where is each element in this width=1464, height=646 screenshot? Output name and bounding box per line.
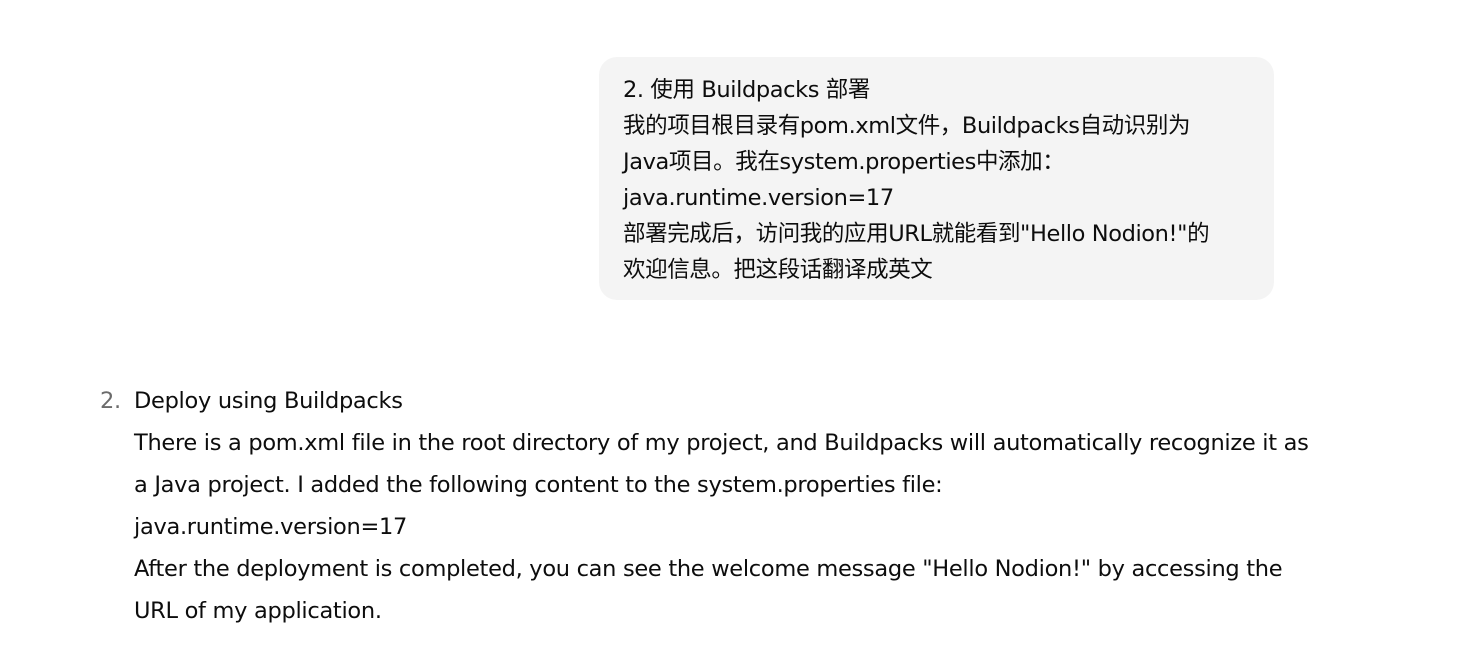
assistant-message-line: After the deployment is completed, you c… (134, 556, 1283, 582)
list-marker: 2. (100, 388, 121, 414)
assistant-message-line: Deploy using Buildpacks (134, 388, 403, 414)
user-message-line: 2. 使用 Buildpacks 部署 (623, 77, 870, 103)
user-message-line: 欢迎信息。把这段话翻译成英文 (623, 257, 933, 283)
user-message-bubble: 2. 使用 Buildpacks 部署 我的项目根目录有pom.xml文件，Bu… (599, 57, 1274, 300)
assistant-message-line: URL of my application. (134, 598, 382, 624)
list-item: 2. Deploy using Buildpacks There is a po… (100, 380, 1309, 632)
chat-page: 2. 使用 Buildpacks 部署 我的项目根目录有pom.xml文件，Bu… (0, 0, 1464, 646)
user-message-line: 我的项目根目录有pom.xml文件，Buildpacks自动识别为 (623, 113, 1191, 139)
list-item-content: Deploy using Buildpacks There is a pom.x… (134, 380, 1309, 632)
assistant-message-line: java.runtime.version=17 (134, 514, 408, 540)
assistant-message: 2. Deploy using Buildpacks There is a po… (100, 380, 1309, 632)
user-message-line: Java项目。我在system.properties中添加： (623, 149, 1065, 175)
assistant-message-line: There is a pom.xml file in the root dire… (134, 430, 1309, 456)
user-message-line: java.runtime.version=17 (623, 185, 894, 211)
user-message-line: 部署完成后，访问我的应用URL就能看到"Hello Nodion!"的 (623, 221, 1210, 247)
assistant-message-line: a Java project. I added the following co… (134, 472, 943, 498)
